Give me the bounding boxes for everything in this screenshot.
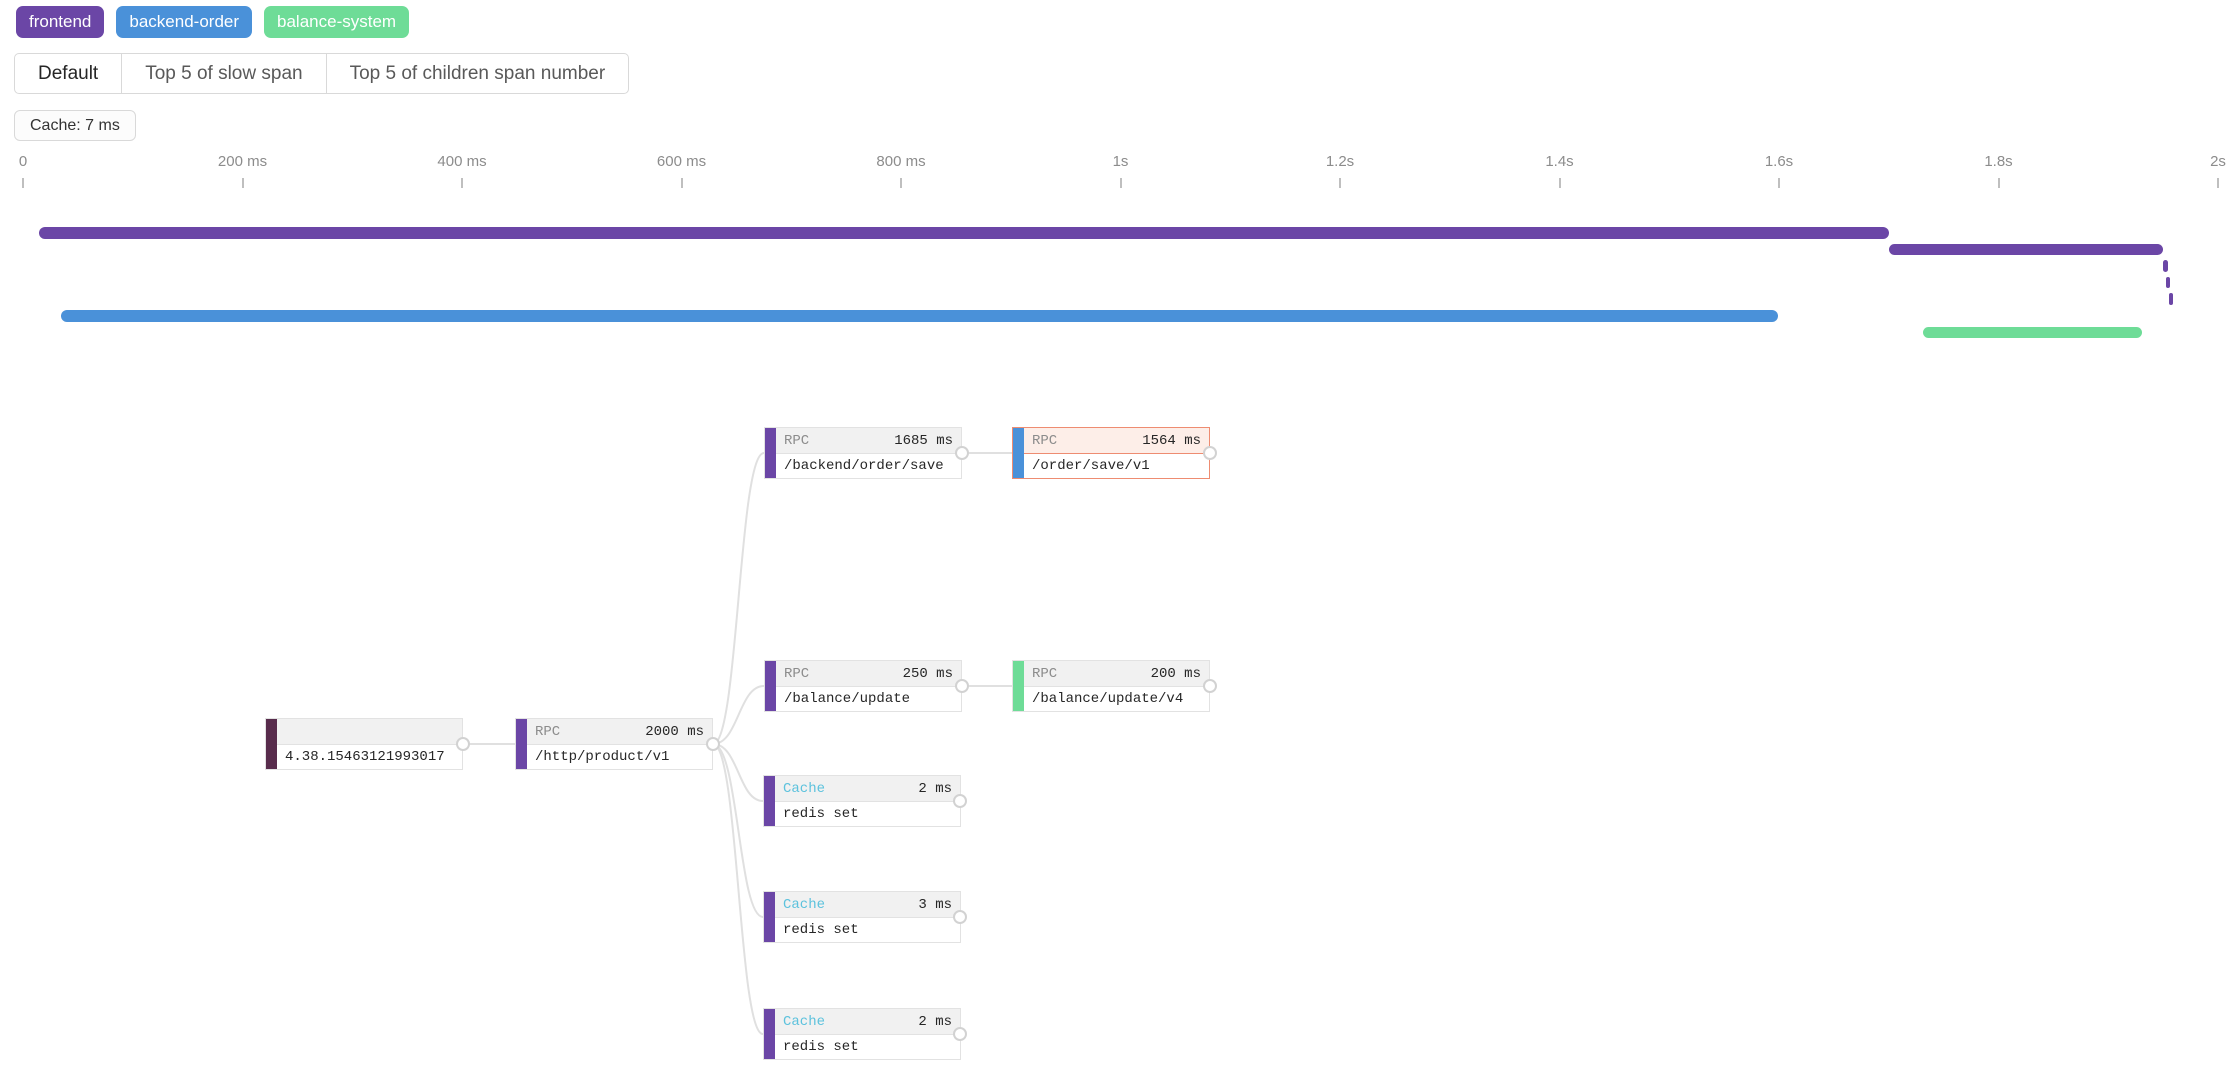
span-endpoint: redis set (783, 1039, 859, 1055)
span-duration: 200 ms (1150, 665, 1201, 682)
span-endpoint: /balance/update (784, 691, 911, 707)
span-type: Cache (783, 896, 826, 913)
service-color-bar (266, 719, 277, 769)
span-bar-redis-set[interactable] (2165, 276, 2171, 289)
span-node-order-save-v1[interactable]: RPC 1564 ms /order/save/v1 (1012, 427, 1210, 479)
span-bar-redis-set[interactable] (2163, 260, 2168, 272)
service-color-bar (764, 776, 775, 826)
span-bar--backend-order-save[interactable] (39, 227, 1889, 239)
span-type: RPC (535, 723, 561, 740)
span-duration: 2000 ms (645, 723, 704, 740)
service-color-bar (764, 1009, 775, 1059)
span-type: RPC (1032, 432, 1058, 449)
span-duration: 2 ms (918, 1013, 952, 1030)
span-bar--order-save-v1[interactable] (61, 310, 1778, 322)
span-node-http-product-v1[interactable]: RPC 2000 ms /http/product/v1 (515, 718, 713, 770)
span-duration: 1685 ms (894, 432, 953, 449)
span-duration: 250 ms (902, 665, 953, 682)
span-bar-redis-set[interactable] (2168, 293, 2174, 305)
span-endpoint: /order/save/v1 (1032, 458, 1150, 474)
span-node-backend-order-save[interactable]: RPC 1685 ms /backend/order/save (764, 427, 962, 479)
span-duration: 1564 ms (1142, 432, 1201, 449)
span-type: Cache (783, 780, 826, 797)
span-bar--balance-update[interactable] (1888, 243, 2164, 256)
span-type: RPC (1032, 665, 1058, 682)
span-bars (0, 0, 2234, 1080)
span-duration: 3 ms (918, 896, 952, 913)
span-type: RPC (784, 432, 810, 449)
span-duration: 2 ms (918, 780, 952, 797)
span-type: Cache (783, 1013, 826, 1030)
service-color-bar (1013, 661, 1024, 711)
span-node-balance-update-v4[interactable]: RPC 200 ms /balance/update/v4 (1012, 660, 1210, 712)
span-endpoint: 4.38.15463121993017 (285, 749, 445, 765)
span-node-redis-set-2[interactable]: Cache 3 ms redis set (763, 891, 961, 943)
service-color-bar (516, 719, 527, 769)
span-node-redis-set-1[interactable]: Cache 2 ms redis set (763, 775, 961, 827)
span-type: RPC (784, 665, 810, 682)
span-node-balance-update[interactable]: RPC 250 ms /balance/update (764, 660, 962, 712)
span-endpoint: /http/product/v1 (535, 749, 670, 765)
service-color-bar (765, 428, 776, 478)
span-endpoint: /backend/order/save (784, 458, 944, 474)
span-endpoint: redis set (783, 806, 859, 822)
span-node-root[interactable]: 4.38.15463121993017 (265, 718, 463, 770)
span-endpoint: /balance/update/v4 (1032, 691, 1184, 707)
span-endpoint: redis set (783, 922, 859, 938)
service-color-bar (1013, 428, 1024, 478)
trace-viewer: frontend backend-order balance-system De… (0, 0, 2234, 1080)
span-node-redis-set-3[interactable]: Cache 2 ms redis set (763, 1008, 961, 1060)
service-color-bar (764, 892, 775, 942)
service-color-bar (765, 661, 776, 711)
span-bar--balance-update-v4[interactable] (1922, 326, 2143, 339)
